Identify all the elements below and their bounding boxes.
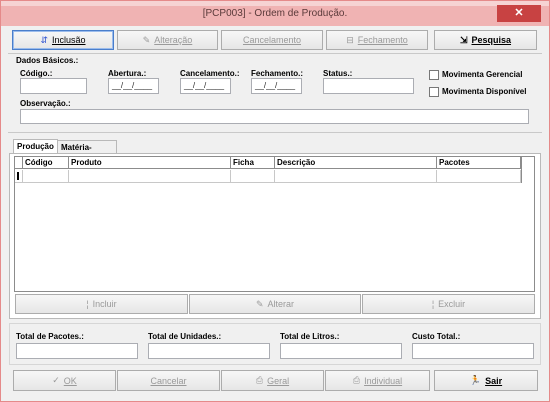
observacao-input[interactable] bbox=[20, 109, 529, 124]
grid-header: Código Produto Ficha Descrição Pacotes bbox=[15, 157, 521, 169]
table-row[interactable] bbox=[15, 170, 521, 183]
codigo-input[interactable] bbox=[20, 78, 87, 94]
cancelar-button[interactable]: Cancelar bbox=[117, 370, 220, 391]
grid-col-pacotes[interactable]: Pacotes bbox=[437, 157, 521, 169]
exit-icon: 🏃 bbox=[469, 375, 482, 385]
close-doc-icon: ⊟ bbox=[346, 34, 354, 45]
production-grid[interactable]: Código Produto Ficha Descrição Pacotes bbox=[14, 156, 535, 292]
status-input[interactable] bbox=[323, 78, 414, 94]
new-doc-icon: ⇵ bbox=[40, 34, 48, 45]
cancelamento-date-input[interactable]: __/__/____ bbox=[180, 78, 231, 94]
codigo-label: Código.: bbox=[20, 69, 53, 78]
grid-col-codigo[interactable]: Código bbox=[23, 157, 69, 169]
total-pacotes-label: Total de Pacotes.: bbox=[16, 332, 84, 341]
title-bar[interactable]: [PCP003] - Ordem de Produção. ✕ bbox=[1, 1, 549, 26]
print-individual-icon: ⎙ bbox=[352, 375, 361, 385]
fechamento-button[interactable]: ⊟ Fechamento bbox=[326, 30, 428, 50]
geral-label: Geral bbox=[267, 375, 290, 386]
total-litros-label: Total de Litros.: bbox=[280, 332, 340, 341]
delete-icon: ¦ bbox=[431, 299, 435, 309]
sair-label: Sair bbox=[485, 375, 503, 386]
window-title: [PCP003] - Ordem de Produção. bbox=[202, 8, 348, 19]
movimenta-disponivel-checkbox[interactable] bbox=[429, 87, 439, 97]
total-unidades-label: Total de Unidades.: bbox=[148, 332, 222, 341]
alterar-label: Alterar bbox=[267, 299, 295, 309]
abertura-date-input[interactable]: __/__/____ bbox=[108, 78, 159, 94]
inclusao-button[interactable]: ⇵ Inclusão bbox=[12, 30, 114, 50]
abertura-label: Abertura.: bbox=[108, 69, 147, 78]
section-separator bbox=[8, 132, 542, 133]
window: [PCP003] - Ordem de Produção. ✕ ⇵ Inclus… bbox=[0, 0, 550, 402]
tab-producao[interactable]: Produção bbox=[13, 139, 58, 154]
edit-icon: ✎ bbox=[142, 34, 151, 45]
total-pacotes-field bbox=[16, 343, 138, 359]
excluir-button[interactable]: ¦ Excluir bbox=[362, 294, 535, 314]
dados-basicos-heading: Dados Básicos.: bbox=[16, 56, 79, 65]
pesquisa-label: Pesquisa bbox=[471, 35, 512, 45]
pesquisa-button[interactable]: ⇲ Pesquisa bbox=[434, 30, 537, 50]
observacao-label: Observação.: bbox=[20, 99, 71, 108]
tab-materia-prima[interactable]: Matéria-Prima bbox=[57, 140, 117, 161]
fechamento-date-input[interactable]: __/__/____ bbox=[251, 78, 302, 94]
incluir-button[interactable]: ¦ Incluir bbox=[15, 294, 188, 314]
cancelar-label: Cancelar bbox=[150, 375, 187, 386]
row-indicator bbox=[15, 170, 23, 183]
movimenta-disponivel-label: Movimenta Disponível bbox=[442, 87, 527, 96]
geral-button[interactable]: ⎙ Geral bbox=[221, 370, 324, 391]
sair-button[interactable]: 🏃 Sair bbox=[434, 370, 538, 391]
grid-cell[interactable] bbox=[275, 170, 437, 183]
grid-col-descricao[interactable]: Descrição bbox=[275, 157, 437, 169]
check-icon: ✓ bbox=[52, 375, 60, 385]
individual-label: Individual bbox=[364, 375, 403, 386]
grid-right-gutter bbox=[521, 157, 535, 183]
total-litros-field bbox=[280, 343, 402, 359]
cancelamento-date-label: Cancelamento.: bbox=[180, 69, 240, 78]
grid-indicator-header bbox=[15, 157, 23, 169]
close-button[interactable]: ✕ bbox=[497, 5, 541, 22]
toolbar-separator bbox=[8, 53, 542, 54]
incluir-label: Incluir bbox=[92, 299, 117, 309]
grid-cell[interactable] bbox=[231, 170, 275, 183]
search-icon: ⇲ bbox=[459, 34, 468, 45]
alterar-button[interactable]: ✎ Alterar bbox=[189, 294, 361, 314]
grid-col-produto[interactable]: Produto bbox=[69, 157, 231, 169]
ok-button[interactable]: ✓ OK bbox=[13, 370, 116, 391]
movimenta-gerencial-checkbox[interactable] bbox=[429, 70, 439, 80]
status-label: Status.: bbox=[323, 69, 353, 78]
movimenta-gerencial-label: Movimenta Gerencial bbox=[442, 70, 523, 79]
edit-icon: ✎ bbox=[255, 298, 264, 309]
print-icon: ⎙ bbox=[255, 375, 264, 385]
excluir-label: Excluir bbox=[438, 299, 466, 309]
custo-total-label: Custo Total.: bbox=[412, 332, 461, 341]
custo-total-field bbox=[412, 343, 534, 359]
alteracao-label: Alteração bbox=[154, 35, 193, 45]
grid-cell[interactable] bbox=[437, 170, 521, 183]
alteracao-button[interactable]: ✎ Alteração bbox=[117, 30, 218, 50]
individual-button[interactable]: ⎙ Individual bbox=[325, 370, 430, 391]
title-stripe bbox=[1, 1, 549, 6]
total-unidades-field bbox=[148, 343, 270, 359]
grid-cell[interactable] bbox=[69, 170, 231, 183]
cancelamento-button[interactable]: Cancelamento bbox=[221, 30, 323, 50]
grid-cell[interactable] bbox=[23, 170, 69, 183]
inclusao-label: Inclusão bbox=[52, 35, 86, 45]
insert-icon: ¦ bbox=[86, 299, 89, 309]
grid-col-ficha[interactable]: Ficha bbox=[231, 157, 275, 169]
ok-label: OK bbox=[63, 375, 77, 386]
fechamento-label: Fechamento bbox=[357, 35, 408, 45]
cancelamento-label: Cancelamento bbox=[242, 35, 302, 45]
row-cursor-icon bbox=[17, 172, 19, 180]
fechamento-date-label: Fechamento.: bbox=[251, 69, 304, 78]
